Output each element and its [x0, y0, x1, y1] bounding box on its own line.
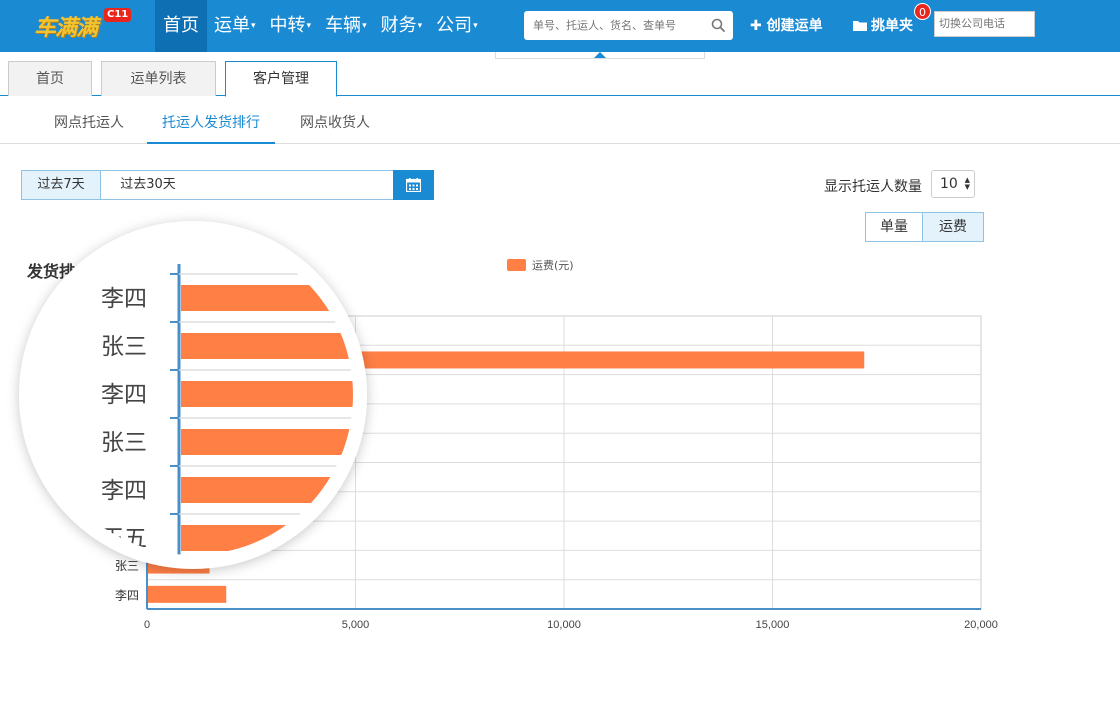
- lens-bar: [181, 285, 353, 311]
- y-category-label: 张三: [115, 500, 139, 514]
- folder-icon: [853, 21, 867, 31]
- bar: [148, 410, 306, 428]
- nav-vehicle[interactable]: 车辆▾: [318, 0, 374, 52]
- bar: [148, 380, 323, 398]
- y-category-label: 李四: [115, 587, 139, 602]
- folder-count-badge: 0: [914, 3, 931, 20]
- x-tick-label: 10,000: [547, 619, 581, 631]
- range-7-days-button[interactable]: 过去7天: [21, 170, 101, 200]
- nav-waybill[interactable]: 运单▾: [207, 0, 263, 52]
- logo-wordmark: 车满满: [34, 15, 98, 41]
- lens-category-label: 李四: [101, 286, 147, 312]
- subtab-shipper-ranking[interactable]: 托运人发货排行: [147, 104, 275, 144]
- y-category-label: 李四: [115, 382, 139, 397]
- chevron-down-icon: ▾: [417, 21, 423, 31]
- bar: [148, 497, 235, 515]
- y-category-label: 李四: [115, 324, 139, 339]
- chart-legend[interactable]: 运费(元): [507, 257, 574, 273]
- nav-waybill-label: 运单: [214, 15, 250, 36]
- chevron-down-icon: ▾: [362, 21, 367, 31]
- subtab-outlet-consignees[interactable]: 网点收货人: [300, 104, 370, 144]
- main-nav: 首页 运单▾ 中转▾ 车辆▾ 财务▾ 公司▾: [155, 0, 485, 52]
- lens-category-label: 王五: [101, 526, 147, 552]
- app-logo[interactable]: 车满满 C11: [34, 8, 132, 44]
- range-30-days-button[interactable]: 过去30天: [100, 170, 196, 200]
- nav-finance-label: 财务: [380, 15, 417, 36]
- bar: [148, 468, 281, 486]
- nav-finance[interactable]: 财务▾: [374, 0, 430, 52]
- bar: [148, 351, 865, 369]
- search-input[interactable]: [524, 11, 704, 40]
- lens-category-label: 李四: [101, 478, 147, 504]
- create-waybill-button[interactable]: ✚ 创建运单: [750, 0, 823, 52]
- bar: [148, 322, 273, 340]
- legend-swatch: [507, 259, 526, 271]
- lens-bg: [33, 235, 353, 555]
- lens-bar: [181, 525, 353, 551]
- nav-transfer-label: 中转: [269, 15, 306, 36]
- sub-tabs: 网点托运人 托运人发货排行 网点收货人: [0, 104, 1120, 144]
- search-icon[interactable]: [711, 18, 725, 32]
- bar: [148, 439, 298, 457]
- x-tick-label: 0: [144, 619, 150, 631]
- date-range-input[interactable]: [195, 170, 394, 200]
- lens-category-label: 张三: [101, 334, 147, 360]
- pick-folder-button[interactable]: 挑单夹: [853, 0, 913, 52]
- x-tick-label: 20,000: [964, 619, 998, 631]
- subtab-outlet-shippers[interactable]: 网点托运人: [54, 104, 124, 144]
- switch-company-phone-input[interactable]: [934, 11, 1035, 37]
- shipper-count-select[interactable]: 10 ▲ ▼: [931, 170, 975, 198]
- nav-home[interactable]: 首页: [155, 0, 207, 52]
- page-tabs: 首页 运单列表 客户管理: [0, 61, 1120, 97]
- chevron-down-icon: ▾: [473, 21, 478, 31]
- lens-bar: [181, 381, 353, 407]
- lens-category-label: 张三: [101, 430, 147, 456]
- lens-category-label: 李四: [101, 382, 147, 408]
- shipper-count-label: 显示托运人数量: [824, 179, 922, 195]
- y-category-label: 王五: [115, 471, 139, 485]
- chevron-down-icon: ▾: [306, 21, 312, 31]
- x-tick-label: 15,000: [756, 619, 790, 631]
- magnifier-content: 李四张三李四张三李四王五: [33, 235, 353, 555]
- bar: [148, 585, 227, 603]
- y-category-label: 李四: [115, 529, 139, 544]
- top-navbar: 车满满 C11 首页 运单▾ 中转▾ 车辆▾ 财务▾ 公司▾ ✚ 创建运单 挑单…: [0, 0, 1120, 52]
- chevron-down-icon: ▾: [251, 21, 256, 31]
- bar: [148, 556, 210, 574]
- shipper-count-value: 10: [940, 176, 958, 192]
- nav-company-label: 公司: [436, 15, 473, 36]
- global-search: [524, 11, 733, 40]
- metric-fee-button[interactable]: 运费: [922, 212, 984, 242]
- lens-bar: [181, 477, 353, 503]
- chart-title: 发货排: [27, 262, 76, 281]
- tab-customer-management[interactable]: 客户管理: [225, 61, 337, 97]
- tab-home[interactable]: 首页: [8, 61, 92, 96]
- nav-transfer[interactable]: 中转▾: [263, 0, 319, 52]
- bar: [148, 527, 218, 545]
- lens-bar: [181, 429, 353, 455]
- pick-folder-label: 挑单夹: [871, 18, 913, 34]
- select-arrows-icon: ▲ ▼: [964, 176, 970, 191]
- y-category-label: 张三: [115, 354, 139, 368]
- y-category-label: 张三: [115, 559, 139, 573]
- nav-home-label: 首页: [163, 15, 199, 36]
- metric-count-button[interactable]: 单量: [865, 212, 923, 242]
- nav-company[interactable]: 公司▾: [429, 0, 485, 52]
- lens-bar: [181, 333, 353, 359]
- plot-frame: [146, 315, 982, 610]
- calendar-button[interactable]: [393, 170, 434, 200]
- x-tick-label: 5,000: [342, 619, 370, 631]
- logo-badge: C11: [104, 8, 132, 22]
- calendar-icon: [406, 178, 421, 192]
- legend-label: 运费(元): [532, 259, 574, 272]
- y-category-label: 李四: [115, 441, 139, 456]
- dropdown-pointer: [594, 52, 606, 58]
- tab-waybill-list[interactable]: 运单列表: [101, 61, 216, 96]
- nav-vehicle-label: 车辆: [325, 15, 362, 36]
- y-category-label: 张三: [115, 413, 139, 427]
